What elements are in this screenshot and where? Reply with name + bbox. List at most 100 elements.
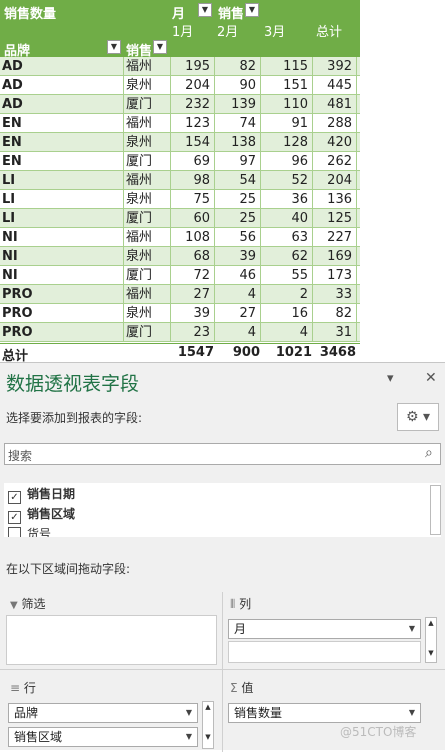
cell-brand[interactable]: NI xyxy=(2,248,18,265)
cell-m3[interactable]: 91 xyxy=(260,115,308,132)
cell-m1[interactable]: 123 xyxy=(170,115,210,132)
chevron-down-icon[interactable]: ▼ xyxy=(409,620,415,638)
cell-region[interactable]: 泉州 xyxy=(126,134,152,151)
cell-m3[interactable]: 55 xyxy=(260,267,308,284)
cell-brand[interactable]: LI xyxy=(2,210,15,227)
cell-m3[interactable]: 63 xyxy=(260,229,308,246)
chevron-down-icon[interactable]: ▼ xyxy=(186,728,192,746)
checkbox-sales-region[interactable]: ✓ xyxy=(8,511,21,524)
cell-m3[interactable]: 128 xyxy=(260,134,308,151)
cell-region[interactable]: 厦门 xyxy=(126,96,152,113)
cell-total[interactable]: 33 xyxy=(312,286,352,303)
cell-m2[interactable]: 25 xyxy=(214,191,256,208)
cell-m2[interactable]: 54 xyxy=(214,172,256,189)
cell-region[interactable]: 厦门 xyxy=(126,324,152,341)
cell-m2[interactable]: 25 xyxy=(214,210,256,227)
cell-brand[interactable]: AD xyxy=(2,58,23,75)
close-icon[interactable]: ✕ xyxy=(425,370,437,386)
columns-item-month[interactable]: 月 ▼ xyxy=(228,619,421,639)
cell-brand[interactable]: PRO xyxy=(2,286,33,303)
cell-m2[interactable]: 90 xyxy=(214,77,256,94)
cell-m3[interactable]: 96 xyxy=(260,153,308,170)
cell-total[interactable]: 204 xyxy=(312,172,352,189)
cell-m1[interactable]: 204 xyxy=(170,77,210,94)
cell-m1[interactable]: 75 xyxy=(170,191,210,208)
checkbox-sku[interactable] xyxy=(8,527,21,537)
cell-m2[interactable]: 139 xyxy=(214,96,256,113)
cell-total[interactable]: 227 xyxy=(312,229,352,246)
cell-brand[interactable]: AD xyxy=(2,96,23,113)
cell-brand[interactable]: NI xyxy=(2,229,18,246)
cell-m3[interactable]: 151 xyxy=(260,77,308,94)
cell-m1[interactable]: 108 xyxy=(170,229,210,246)
gear-icon[interactable]: ⚙ ▾ xyxy=(397,403,439,431)
columns-scrollbar[interactable]: ▲ ▼ xyxy=(425,617,437,663)
cell-total[interactable]: 445 xyxy=(312,77,352,94)
cell-m2[interactable]: 97 xyxy=(214,153,256,170)
checkbox-sales-date[interactable]: ✓ xyxy=(8,491,21,504)
cell-total[interactable]: 481 xyxy=(312,96,352,113)
row-field2-dropdown-icon[interactable]: ▼ xyxy=(153,40,167,54)
cell-brand[interactable]: NI xyxy=(2,267,18,284)
cell-m3[interactable]: 40 xyxy=(260,210,308,227)
field-item-sales-region[interactable]: ✓ 销售区域 xyxy=(8,505,75,524)
cell-brand[interactable]: EN xyxy=(2,134,22,151)
cell-brand[interactable]: PRO xyxy=(2,324,33,341)
cell-m3[interactable]: 16 xyxy=(260,305,308,322)
cell-m3[interactable]: 62 xyxy=(260,248,308,265)
cell-m3[interactable]: 52 xyxy=(260,172,308,189)
cell-region[interactable]: 厦门 xyxy=(126,153,152,170)
col-field2-dropdown-icon[interactable]: ▼ xyxy=(245,3,259,17)
cell-m3[interactable]: 36 xyxy=(260,191,308,208)
cell-region[interactable]: 福州 xyxy=(126,58,152,75)
cell-m2[interactable]: 82 xyxy=(214,58,256,75)
cell-m1[interactable]: 195 xyxy=(170,58,210,75)
rows-scrollbar[interactable]: ▲ ▼ xyxy=(202,701,214,749)
cell-m1[interactable]: 68 xyxy=(170,248,210,265)
cell-region[interactable]: 福州 xyxy=(126,115,152,132)
rows-item-brand[interactable]: 品牌 ▼ xyxy=(8,703,198,723)
cell-m2[interactable]: 4 xyxy=(214,324,256,341)
cell-m2[interactable]: 39 xyxy=(214,248,256,265)
cell-m3[interactable]: 115 xyxy=(260,58,308,75)
chevron-down-icon[interactable]: ▼ xyxy=(186,704,192,722)
columns-drop-area[interactable] xyxy=(228,641,421,663)
cell-total[interactable]: 288 xyxy=(312,115,352,132)
cell-brand[interactable]: AD xyxy=(2,77,23,94)
cell-total[interactable]: 173 xyxy=(312,267,352,284)
cell-total[interactable]: 31 xyxy=(312,324,352,341)
values-item-sales-qty[interactable]: 销售数量 ▼ xyxy=(228,703,421,723)
cell-m1[interactable]: 154 xyxy=(170,134,210,151)
cell-total[interactable]: 392 xyxy=(312,58,352,75)
row-filter-dropdown-icon[interactable]: ▼ xyxy=(107,40,121,54)
cell-m2[interactable]: 56 xyxy=(214,229,256,246)
cell-brand[interactable]: LI xyxy=(2,172,15,189)
search-input[interactable]: 搜索 ⌕ xyxy=(4,443,441,465)
cell-region[interactable]: 福州 xyxy=(126,172,152,189)
col-filter-dropdown-icon[interactable]: ▼ xyxy=(198,3,212,17)
cell-m2[interactable]: 4 xyxy=(214,286,256,303)
cell-region[interactable]: 泉州 xyxy=(126,305,152,322)
cell-brand[interactable]: PRO xyxy=(2,305,33,322)
cell-m1[interactable]: 232 xyxy=(170,96,210,113)
cell-region[interactable]: 泉州 xyxy=(126,77,152,94)
cell-m1[interactable]: 72 xyxy=(170,267,210,284)
cell-m1[interactable]: 27 xyxy=(170,286,210,303)
chevron-down-icon[interactable]: ▼ xyxy=(409,704,415,722)
field-item-sales-date[interactable]: ✓ 销售日期 xyxy=(8,485,75,504)
cell-m3[interactable]: 4 xyxy=(260,324,308,341)
cell-m3[interactable]: 110 xyxy=(260,96,308,113)
field-item-sku[interactable]: 货号 xyxy=(8,525,51,537)
cell-m2[interactable]: 138 xyxy=(214,134,256,151)
cell-region[interactable]: 厦门 xyxy=(126,210,152,227)
filter-drop-area[interactable] xyxy=(6,615,217,665)
cell-m1[interactable]: 23 xyxy=(170,324,210,341)
cell-m1[interactable]: 60 xyxy=(170,210,210,227)
cell-m1[interactable]: 39 xyxy=(170,305,210,322)
cell-m2[interactable]: 27 xyxy=(214,305,256,322)
cell-m1[interactable]: 69 xyxy=(170,153,210,170)
cell-brand[interactable]: EN xyxy=(2,115,22,132)
cell-total[interactable]: 136 xyxy=(312,191,352,208)
cell-total[interactable]: 169 xyxy=(312,248,352,265)
cell-m2[interactable]: 46 xyxy=(214,267,256,284)
